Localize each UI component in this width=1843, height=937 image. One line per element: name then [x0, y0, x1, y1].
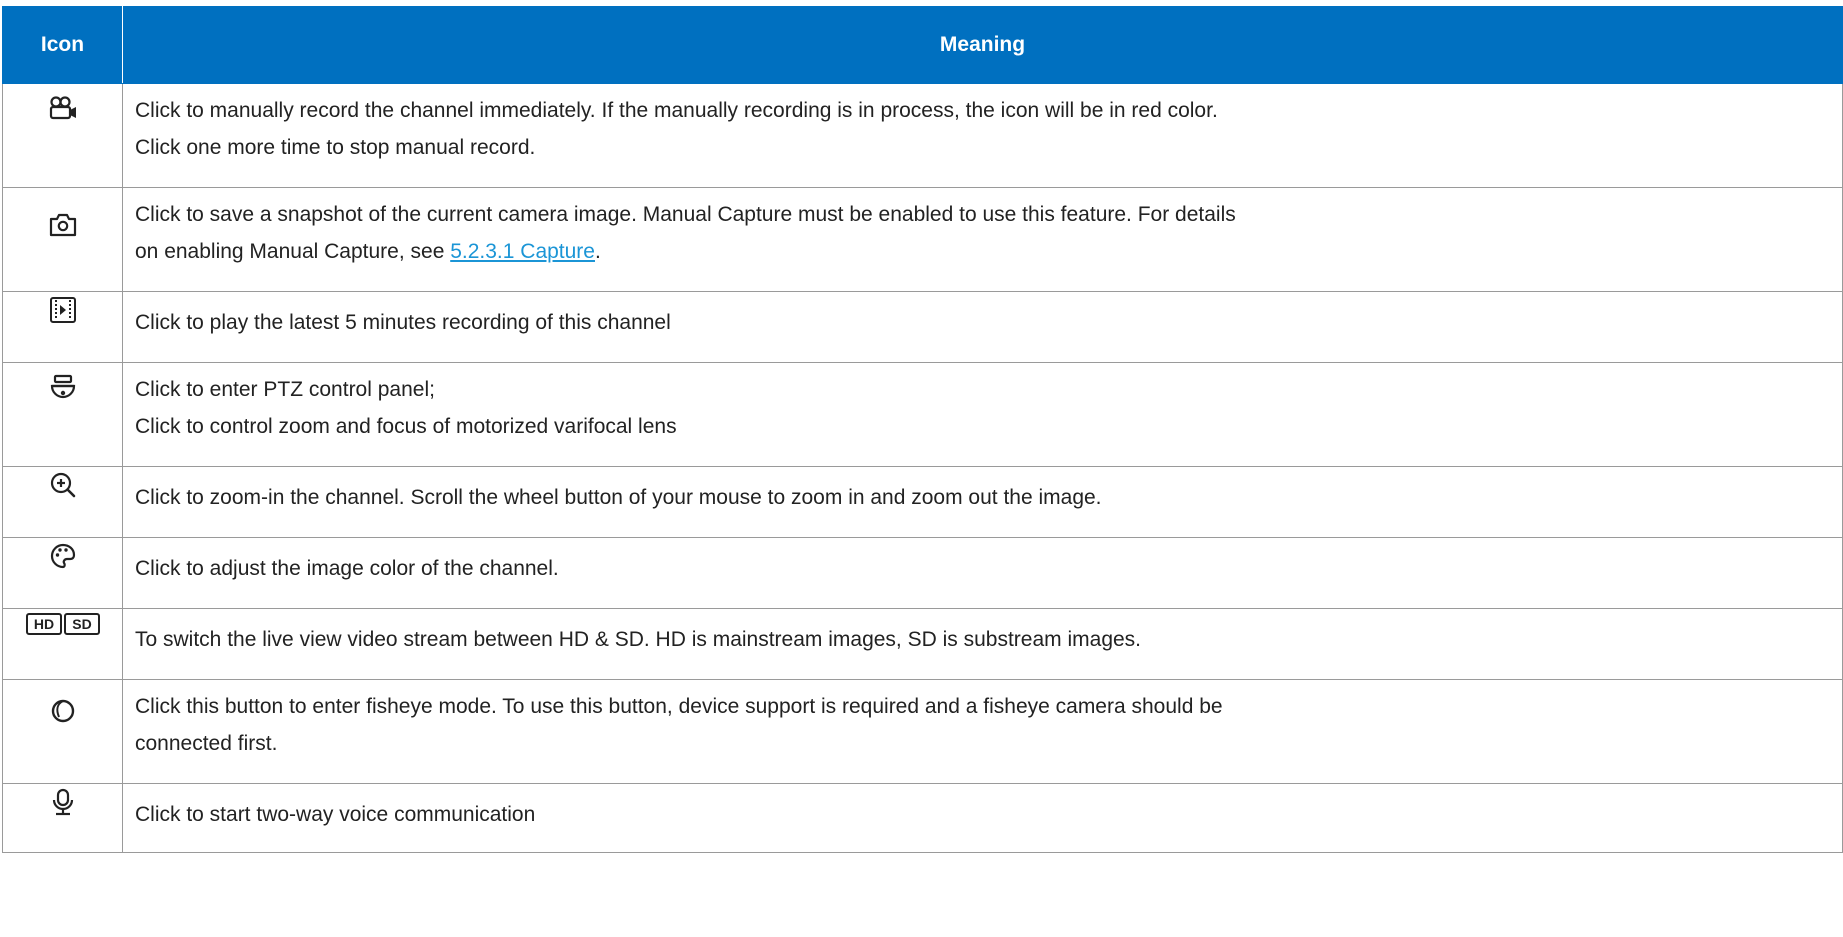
table-row: Click to enter PTZ control panel; Click … — [2, 362, 1843, 467]
capture-section-link[interactable]: 5.2.3.1 Capture — [450, 240, 595, 263]
header-icon: Icon — [2, 6, 123, 84]
meaning-text: Click to manually record the channel imm… — [135, 99, 1218, 122]
header-meaning: Meaning — [122, 6, 1843, 84]
hd-sd-icon: HD SD — [25, 613, 100, 635]
table-row: Click to play the latest 5 minutes recor… — [2, 291, 1843, 363]
camera-snapshot-icon — [49, 213, 76, 237]
table-row: Click this button to enter fisheye mode.… — [2, 679, 1843, 784]
meaning-text: connected first. — [135, 732, 278, 755]
fisheye-icon — [51, 699, 74, 723]
palette-icon — [50, 543, 75, 569]
meaning-text: Click this button to enter fisheye mode.… — [135, 695, 1223, 718]
table-header-row: Icon Meaning — [2, 6, 1843, 84]
table-row: Click to save a snapshot of the current … — [2, 187, 1843, 292]
icon-meaning-table: Icon Meaning Click to manually record th… — [2, 6, 1843, 853]
meaning-text: . — [594, 240, 601, 263]
table-row: Click to zoom-in the channel. Scroll the… — [2, 466, 1843, 538]
meaning-text: Click to zoom-in the channel. Scroll the… — [135, 486, 1102, 509]
hd-label: HD — [33, 616, 53, 632]
table-row: HD SD To switch the live view video stre… — [2, 608, 1843, 680]
sd-label: SD — [72, 616, 91, 632]
table-row: Click to manually record the channel imm… — [2, 83, 1843, 188]
zoom-in-icon — [50, 472, 75, 498]
meaning-text: Click to enter PTZ control panel; — [135, 378, 435, 401]
ptz-dome-icon — [50, 374, 75, 399]
record-camera-icon — [49, 96, 76, 120]
meaning-text: Click one more time to stop manual recor… — [135, 136, 536, 159]
meaning-text: Click to adjust the image color of the c… — [135, 557, 559, 580]
table-row: Click to adjust the image color of the c… — [2, 537, 1843, 609]
playback-icon — [49, 297, 76, 323]
meaning-text: Click to start two-way voice communicati… — [135, 803, 536, 826]
microphone-icon — [52, 788, 73, 816]
meaning-text: Click to save a snapshot of the current … — [135, 203, 1236, 226]
meaning-text: Click to control zoom and focus of motor… — [135, 415, 677, 438]
meaning-text: on enabling Manual Capture, see — [135, 240, 451, 263]
meaning-text: To switch the live view video stream bet… — [135, 628, 1142, 651]
table-row: Click to start two-way voice communicati… — [2, 783, 1843, 853]
meaning-text: Click to play the latest 5 minutes recor… — [135, 311, 671, 334]
